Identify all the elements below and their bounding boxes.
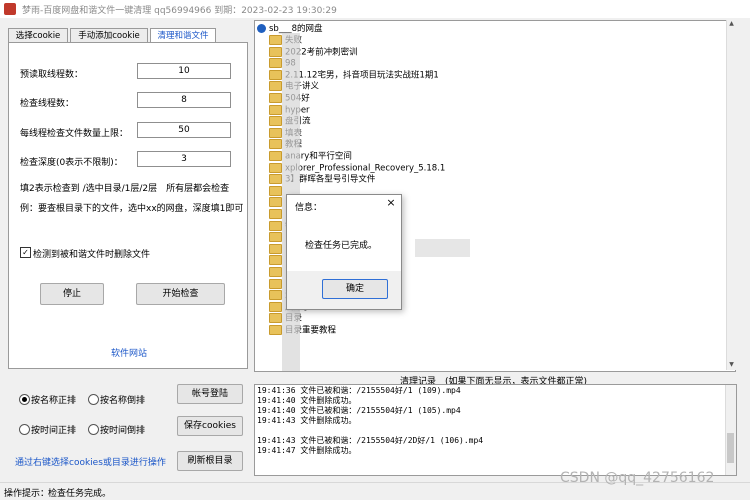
sort-name-desc-radio[interactable] — [88, 394, 99, 405]
log-scroll-thumb[interactable] — [727, 433, 734, 463]
log-line: 19:41:47 文件删除成功。 — [257, 446, 357, 455]
folder-icon — [269, 301, 282, 312]
prefetch-threads-label: 预读取线程数： — [20, 70, 84, 80]
sort-name-asc-label: 按名称正排 — [31, 396, 77, 406]
folder-icon — [269, 267, 282, 277]
settings-panel: 预读取线程数： 10 检查线程数： 8 每线程检查文件数量上限： 50 检查深度… — [8, 42, 248, 369]
ok-button[interactable]: 确定 — [322, 279, 388, 299]
per-thread-limit-label: 每线程检查文件数量上限： — [20, 129, 129, 139]
title-bar: 梦雨-百度网盘和谐文件一键清理 qq56994966 到期：2023-02-23… — [0, 0, 750, 18]
folder-icon — [269, 162, 282, 173]
folder-icon — [269, 325, 282, 335]
refresh-root-button[interactable]: 刷新根目录 — [177, 451, 243, 471]
folder-icon — [269, 93, 282, 103]
status-text: 检查任务完成。 — [48, 489, 112, 499]
folder-icon — [269, 243, 282, 254]
check-threads-input[interactable]: 8 — [137, 92, 231, 108]
folder-icon — [269, 58, 282, 69]
stop-button[interactable]: 停止 — [40, 283, 104, 305]
log-scrollbar[interactable] — [725, 385, 736, 475]
log-line: 19:41:36 文件已被和谐：/2155504好/1 (109).mp4 — [257, 386, 461, 395]
info-dialog: 信息： × 检查任务已完成。 确定 — [286, 194, 402, 310]
folder-icon — [269, 197, 282, 208]
folder-icon — [269, 313, 282, 324]
log-line: 19:41:40 文件删除成功。 — [257, 396, 357, 405]
save-cookies-button[interactable]: 保存cookies — [177, 416, 243, 436]
close-icon[interactable]: × — [385, 197, 397, 209]
sort-time-desc-label: 按时间倒排 — [100, 426, 146, 436]
depth-hint-line2: 例：要查根目录下的文件，选中xx的网盘，深度填1即可 — [20, 204, 244, 214]
folder-icon — [269, 81, 282, 92]
log-line: 19:41:43 文件已被和谐：/2155504好/2D好/1 (106).mp… — [257, 436, 484, 445]
app-icon — [4, 3, 16, 15]
folder-icon — [269, 232, 282, 243]
folder-icon — [269, 46, 282, 57]
folder-icon — [269, 35, 282, 45]
folder-icon — [269, 290, 282, 301]
dialog-message: 检查任务已完成。 — [305, 241, 378, 251]
folder-icon — [269, 220, 282, 231]
clean-log[interactable]: 19:41:36 文件已被和谐：/2155504好/1 (109).mp4 19:… — [254, 384, 737, 476]
log-line: 19:41:40 文件已被和谐：/2155504好/1 (105).mp4 — [257, 406, 461, 415]
check-depth-input[interactable]: 3 — [137, 151, 231, 167]
sort-time-desc-radio[interactable] — [88, 424, 99, 435]
folder-icon — [269, 185, 282, 196]
check-depth-label: 检查深度(0表示不限制)： — [20, 158, 123, 168]
sort-name-desc-label: 按名称倒排 — [100, 396, 146, 406]
start-check-button[interactable]: 开始检查 — [136, 283, 225, 305]
folder-icon — [269, 116, 282, 127]
sort-time-asc-radio[interactable] — [19, 424, 30, 435]
folder-icon — [269, 69, 282, 80]
folder-icon — [269, 127, 282, 138]
folder-icon — [269, 139, 282, 150]
watermark: CSDN @qq_42756162 — [560, 470, 715, 486]
depth-hint-line1: 填2表示检查到 /选中目录/1层/2层 所有层都会检查 — [20, 184, 230, 194]
scroll-up-icon[interactable]: ▲ — [728, 20, 735, 29]
folder-icon — [269, 151, 282, 161]
delete-checkbox[interactable]: ✓ — [20, 247, 31, 258]
context-menu-hint-link[interactable]: 通过右键选择cookies或目录进行操作 — [15, 455, 166, 468]
folder-icon — [269, 255, 282, 266]
tab-select-cookie[interactable]: 选择cookie — [8, 28, 68, 43]
check-threads-label: 检查线程数： — [20, 99, 75, 109]
redaction-blur — [415, 239, 470, 257]
dialog-title: 信息： — [295, 203, 323, 213]
per-thread-limit-input[interactable]: 50 — [137, 122, 231, 138]
sort-time-asc-label: 按时间正排 — [31, 426, 77, 436]
sort-name-asc-radio[interactable] — [19, 394, 30, 405]
log-line: 19:41:43 文件删除成功。 — [257, 416, 357, 425]
folder-icon — [269, 209, 282, 219]
folder-icon — [269, 278, 282, 289]
delete-checkbox-label: 检测到被和谐文件时删除文件 — [33, 250, 151, 260]
status-label: 操作提示： — [4, 489, 50, 499]
tab-manual-cookie[interactable]: 手动添加cookie — [70, 28, 148, 43]
tree-item-label: xplorer_Professional_Recovery_5.18.1 — [285, 163, 446, 174]
prefetch-threads-input[interactable]: 10 — [137, 63, 231, 79]
window-title: 梦雨-百度网盘和谐文件一键清理 qq56994966 到期：2023-02-23… — [22, 6, 337, 16]
scroll-down-icon[interactable]: ▼ — [728, 361, 735, 370]
folder-icon — [269, 104, 282, 115]
folder-icon — [269, 174, 282, 185]
user-icon — [257, 24, 266, 33]
tree-item-label: 2.11.12宅男，抖音项目玩法实战班1期1 — [285, 70, 439, 81]
login-button[interactable]: 帐号登陆 — [177, 384, 243, 404]
tree-item[interactable]: 目录重要教程 — [269, 325, 336, 336]
website-link[interactable]: 软件网站 — [111, 346, 147, 359]
tree-scrollbar[interactable]: ▲ ▼ — [726, 20, 736, 370]
